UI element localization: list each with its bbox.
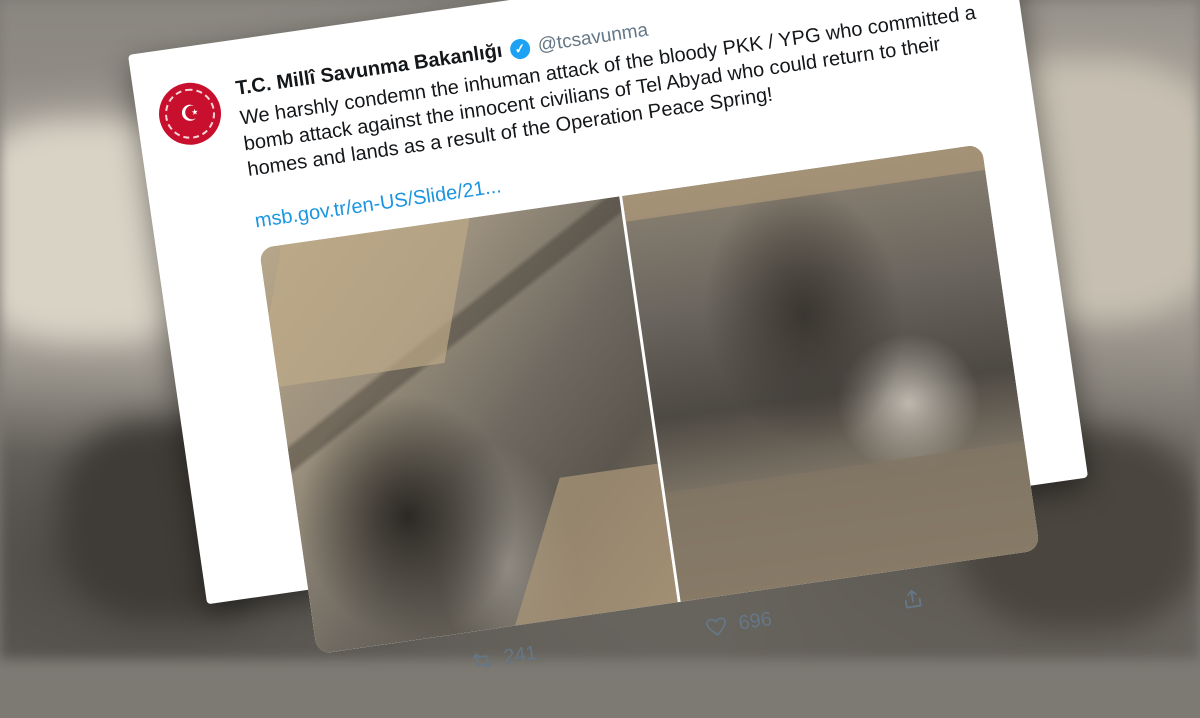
verified-icon: ✓	[508, 37, 532, 60]
like-button[interactable]: 696	[703, 607, 773, 640]
aerial-photo-left[interactable]	[258, 196, 678, 655]
like-count: 696	[737, 607, 774, 635]
avatar[interactable]: ☪	[154, 78, 226, 149]
rooftop	[258, 217, 470, 391]
rooftop	[621, 144, 1002, 222]
share-button[interactable]	[899, 585, 926, 612]
aerial-photo-right[interactable]	[621, 144, 1040, 602]
share-icon	[904, 589, 922, 609]
retweet-count: 241	[502, 641, 539, 668]
heart-icon	[706, 617, 727, 636]
retweet-icon	[472, 653, 492, 668]
tweet-card: ☪ T.C. Millî Savunma Bakanlığı ✓ @tcsavu…	[128, 0, 1089, 668]
crescent-star-icon: ☪	[161, 85, 219, 143]
retweet-button[interactable]: 241	[468, 641, 538, 674]
